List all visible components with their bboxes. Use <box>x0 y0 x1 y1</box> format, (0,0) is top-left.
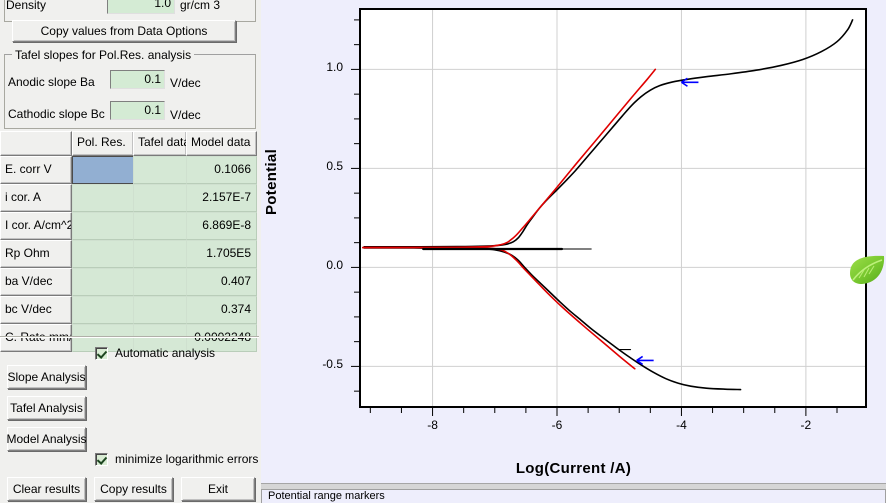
potential-range-markers-title: Potential range markers <box>266 490 387 502</box>
app-window: Density 1.0 gr/cm 3 Copy values from Dat… <box>0 0 886 503</box>
table-row-label: bc V/dec <box>0 296 72 324</box>
table-cell-pol-res[interactable] <box>72 212 134 240</box>
results-table-col-header[interactable]: Pol. Res. <box>72 131 134 156</box>
table-cell-model[interactable]: 0.374 <box>186 296 257 324</box>
table-cell-pol-res[interactable] <box>72 268 134 296</box>
tafel-slopes-group-title: Tafel slopes for Pol.Res. analysis <box>12 48 195 62</box>
table-cell-tafel[interactable] <box>133 156 187 184</box>
table-cell-model[interactable]: 0.407 <box>186 268 257 296</box>
y-tick-label: 0.5 <box>326 159 343 174</box>
table-cell-model[interactable]: 2.157E-7 <box>186 184 257 212</box>
table-row[interactable]: Rp Ohm 1.705E5 <box>0 240 257 268</box>
tafel-analysis-button[interactable]: Tafel Analysis <box>7 396 86 420</box>
table-cell-pol-res[interactable] <box>72 240 134 268</box>
cathodic-slope-label: Cathodic slope Bc <box>8 107 105 121</box>
y-tick-label: 0.0 <box>326 258 343 273</box>
table-cell-tafel[interactable] <box>133 184 187 212</box>
copy-values-from-data-options-button[interactable]: Copy values from Data Options <box>12 20 236 42</box>
polarization-chart-panel: Potential Log(Current /A) -8 -6 -4 -2 1.0 0.5… <box>261 0 886 487</box>
results-table-col-header[interactable]: Model data <box>186 131 257 156</box>
table-cell-tafel[interactable] <box>133 212 187 240</box>
anodic-slope-label: Anodic slope Ba <box>8 75 95 89</box>
table-cell-model[interactable]: 0.1066 <box>186 156 257 184</box>
copy-results-button[interactable]: Copy results <box>94 477 173 501</box>
table-row[interactable]: i cor. A 2.157E-7 <box>0 184 257 212</box>
table-cell-pol-res[interactable] <box>72 184 134 212</box>
table-row-label: Rp Ohm <box>0 240 72 268</box>
x-tick-label: -4 <box>676 418 687 432</box>
table-row-label: ba V/dec <box>0 268 72 296</box>
table-row[interactable]: bc V/dec 0.374 <box>0 296 257 324</box>
results-table-col-header[interactable] <box>0 131 72 156</box>
table-cell-pol-res[interactable] <box>72 296 134 324</box>
y-axis-label: Potential <box>263 148 280 215</box>
model-analysis-button[interactable]: Model Analysis <box>6 427 87 451</box>
anodic-slope-unit: V/dec <box>170 76 201 90</box>
table-row-label: i cor. A <box>0 184 72 212</box>
checkbox-checked-icon[interactable] <box>95 346 108 360</box>
x-axis-label: Log(Current /A) <box>515 460 632 477</box>
table-row[interactable]: ba V/dec 0.407 <box>0 268 257 296</box>
y-tick-label: 1.0 <box>326 60 343 75</box>
checkbox-checked-icon[interactable] <box>95 452 108 466</box>
cathodic-slope-input[interactable]: 0.1 <box>110 101 165 120</box>
results-table-header-row: Pol. Res. Tafel data Model data <box>0 131 257 156</box>
minimize-log-errors-checkbox-row[interactable]: minimize logarithmic errors <box>95 452 258 466</box>
x-tick-label: -8 <box>427 418 438 432</box>
leaf-icon <box>848 253 886 287</box>
exit-button[interactable]: Exit <box>181 477 255 501</box>
table-row[interactable]: E. corr V 0.1066 <box>0 156 257 184</box>
table-row-label: E. corr V <box>0 156 72 184</box>
table-cell-tafel[interactable] <box>133 268 187 296</box>
y-tick-label: -0.5 <box>322 357 343 372</box>
table-cell-model[interactable]: 6.869E-8 <box>186 212 257 240</box>
plot-frame <box>359 8 867 408</box>
table-cell-pol-res[interactable] <box>72 156 134 184</box>
results-table-col-header[interactable]: Tafel data <box>133 131 187 156</box>
table-row-label: C. Rate mm/y <box>0 324 72 352</box>
table-bottom-divider-highlight <box>0 337 259 338</box>
table-cell-model[interactable]: 1.705E5 <box>186 240 257 268</box>
clear-results-button[interactable]: Clear results <box>7 477 86 501</box>
automatic-analysis-checkbox-row[interactable]: Automatic analysis <box>95 346 215 360</box>
minimize-log-errors-label: minimize logarithmic errors <box>115 452 259 466</box>
results-table[interactable]: Pol. Res. Tafel data Model data E. corr V 0.… <box>0 131 257 352</box>
x-tick-label: -2 <box>800 418 812 432</box>
table-row[interactable]: I cor. A/cm^2 6.869E-8 <box>0 212 257 240</box>
table-cell-tafel[interactable] <box>133 296 187 324</box>
automatic-analysis-label: Automatic analysis <box>115 346 216 360</box>
data-options-group <box>4 0 256 22</box>
x-tick-label: -6 <box>551 418 563 432</box>
slope-analysis-button[interactable]: Slope Analysis <box>7 365 86 389</box>
table-cell-tafel[interactable] <box>133 240 187 268</box>
table-row-label: I cor. A/cm^2 <box>0 212 72 240</box>
anodic-slope-input[interactable]: 0.1 <box>110 70 165 89</box>
analysis-left-panel: Density 1.0 gr/cm 3 Copy values from Dat… <box>0 0 259 503</box>
cathodic-slope-unit: V/dec <box>170 108 201 122</box>
